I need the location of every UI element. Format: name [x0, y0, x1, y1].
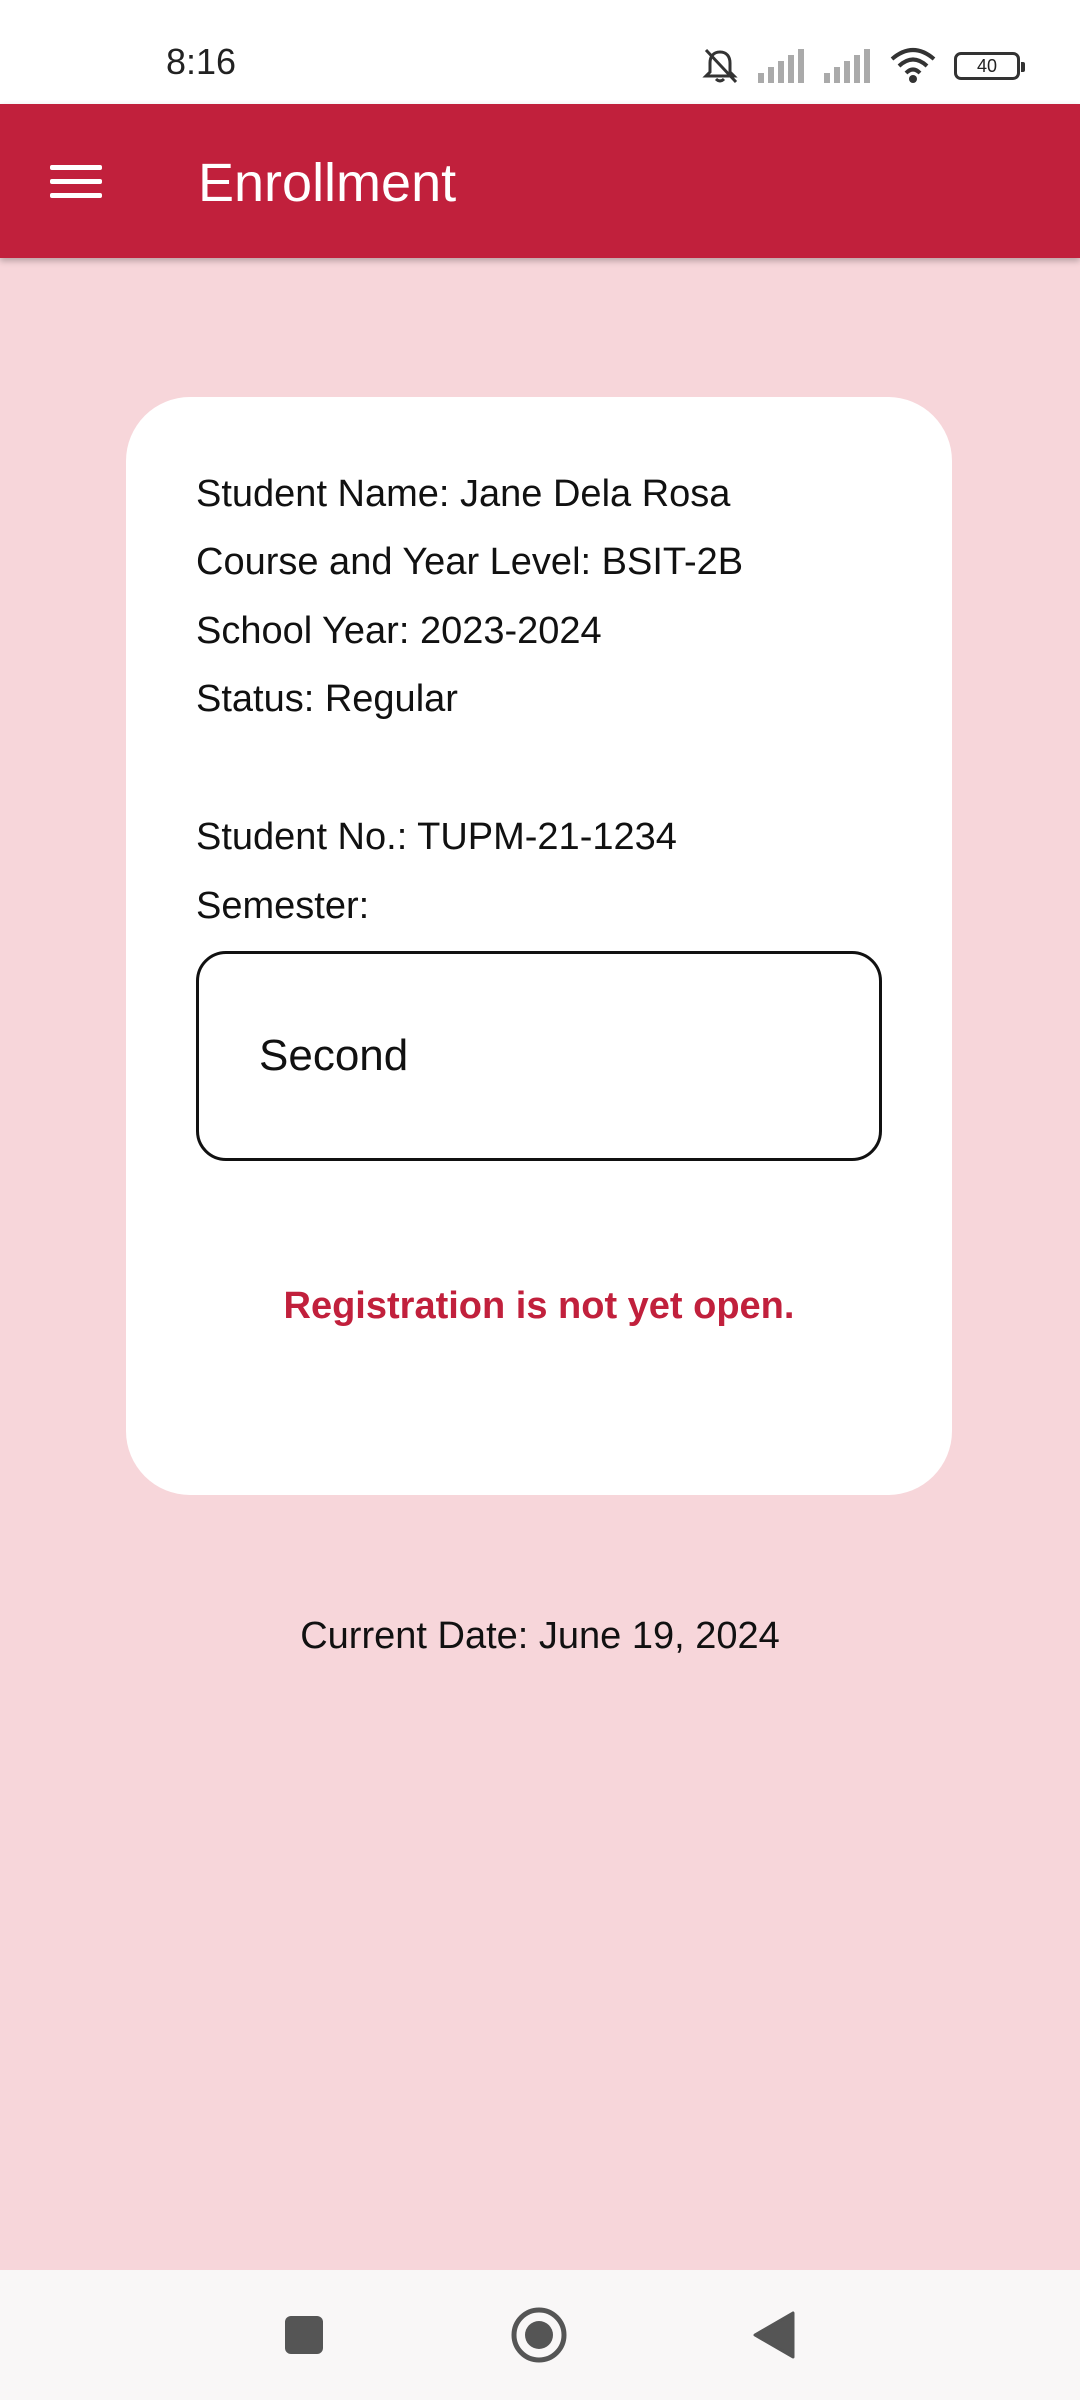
status-bar: 8:16 40: [0, 0, 1080, 104]
wifi-icon: [888, 47, 938, 85]
status-icons: 40: [700, 44, 1025, 88]
semester-label: Semester:: [196, 885, 370, 927]
battery-icon: 40: [954, 52, 1025, 80]
semester-field[interactable]: Second: [196, 951, 882, 1161]
enrollment-card: Student Name: Jane Dela Rosa Course and …: [126, 397, 952, 1495]
hamburger-menu-icon[interactable]: [36, 148, 116, 214]
back-triangle-icon[interactable]: [734, 2295, 814, 2375]
signal-icon: [822, 49, 872, 83]
signal-icon: [756, 49, 806, 83]
page-title: Enrollment: [198, 153, 457, 213]
app-bar: Enrollment: [0, 104, 1080, 258]
registration-message: Registration is not yet open.: [283, 1285, 795, 1327]
semester-value: Second: [259, 1031, 409, 1080]
course-year-level: Course and Year Level: BSIT-2B: [196, 541, 744, 583]
navigation-bar: [0, 2270, 1080, 2400]
battery-level: 40: [976, 55, 998, 76]
home-circle-icon[interactable]: [499, 2295, 579, 2375]
bell-off-icon: [700, 46, 740, 86]
recents-square-icon[interactable]: [264, 2295, 344, 2375]
student-name: Student Name: Jane Dela Rosa: [196, 473, 731, 515]
status-time: 8:16: [166, 41, 237, 82]
current-date: Current Date: June 19, 2024: [300, 1615, 780, 1657]
student-number: Student No.: TUPM-21-1234: [196, 816, 677, 858]
student-status: Status: Regular: [196, 678, 458, 720]
school-year: School Year: 2023-2024: [196, 610, 602, 652]
